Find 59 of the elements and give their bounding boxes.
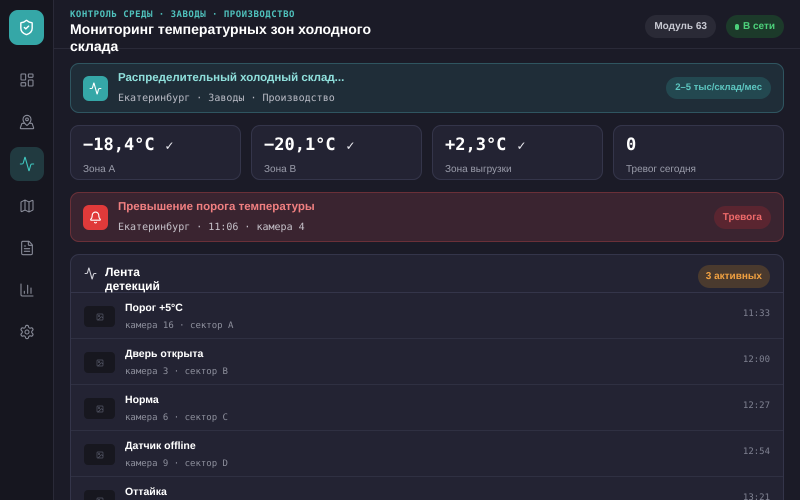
bar-chart-icon: [18, 282, 34, 298]
alert-details: Екатеринбург · 11:06 · камера 4: [118, 220, 306, 235]
breadcrumb: КОНТРОЛЬ СРЕДЫ · ЗАВОДЫ · ПРОИЗВОДСТВО: [70, 9, 296, 21]
detection-title: Датчик offline: [125, 439, 197, 454]
stat-value: +2,3°C: [445, 134, 506, 157]
image-icon: [96, 404, 104, 412]
site-name: Распределительный холодный склад...: [118, 71, 346, 86]
detection-title: Порог +5°C: [125, 301, 184, 316]
detection-time: 11:33: [742, 308, 770, 321]
stat-label: Зона выгрузки: [445, 162, 513, 176]
price-badge: 2–5 тыс/склад/мес: [666, 76, 771, 100]
pulse-icon: [89, 82, 102, 94]
stat-value: −20,1°C: [264, 134, 336, 157]
image-icon: [96, 358, 104, 366]
feed-row[interactable]: Норма камера 6 · сектор C 12:27: [71, 385, 783, 431]
detection-time: 12:27: [742, 400, 770, 413]
settings-icon: [18, 324, 34, 340]
image-icon: [96, 312, 104, 320]
page-title: Мониторинг температурных зон холодного склада: [70, 21, 372, 55]
bell-icon: [89, 210, 102, 224]
nav-item[interactable]: [10, 147, 44, 181]
feed-row[interactable]: Датчик offline камера 9 · сектор D 12:54: [71, 431, 783, 477]
image-icon: [96, 450, 104, 458]
alert-title: Превышение порога температуры: [118, 200, 316, 216]
map-icon: [18, 198, 34, 214]
active-count-badge: 3 активных: [698, 265, 770, 288]
feed-row[interactable]: Оттайка 13:21: [71, 477, 783, 500]
detection-title: Оттайка: [125, 485, 168, 500]
stat-value: 0: [626, 134, 636, 157]
feed-row[interactable]: Порог +5°C камера 16 · сектор A 11:33: [71, 293, 783, 339]
detection-time: 13:21: [742, 492, 770, 500]
detection-time: 12:54: [742, 446, 770, 459]
stat-label: Зона B: [264, 162, 298, 176]
detection-details: камера 16 · сектор A: [125, 320, 234, 333]
detection-details: камера 6 · сектор C: [125, 412, 229, 425]
status-badge: В сети: [726, 15, 784, 38]
pulse-icon: [84, 267, 97, 280]
stat-label: Зона A: [83, 162, 116, 176]
check-mark: ✓: [346, 138, 356, 155]
pulse-icon: [18, 156, 34, 172]
detection-title: Дверь открыта: [125, 347, 204, 362]
check-mark: ✓: [164, 138, 175, 155]
module-badge: Модуль 63: [645, 15, 716, 38]
site-location: Екатеринбург · Заводы · Производство: [118, 92, 336, 106]
detection-details: камера 3 · сектор B: [125, 366, 229, 379]
shield-icon: [18, 19, 35, 36]
check-mark: ✓: [516, 138, 526, 155]
detection-title: Норма: [125, 393, 160, 408]
map-pin-icon: [18, 114, 34, 130]
detection-time: 12:00: [742, 354, 770, 367]
stat-label: Тревог сегодня: [626, 162, 697, 176]
alarm-badge: Тревога: [714, 206, 771, 228]
app-logo[interactable]: [9, 10, 44, 45]
feed-row[interactable]: Дверь открыта камера 3 · сектор B 12:00: [71, 339, 783, 385]
dashboard-icon: [18, 72, 34, 88]
detection-details: камера 9 · сектор D: [125, 458, 229, 471]
stat-value: −18,4°C: [83, 134, 155, 157]
feed-title: Лента детекций: [105, 265, 161, 293]
document-icon: [18, 240, 34, 256]
